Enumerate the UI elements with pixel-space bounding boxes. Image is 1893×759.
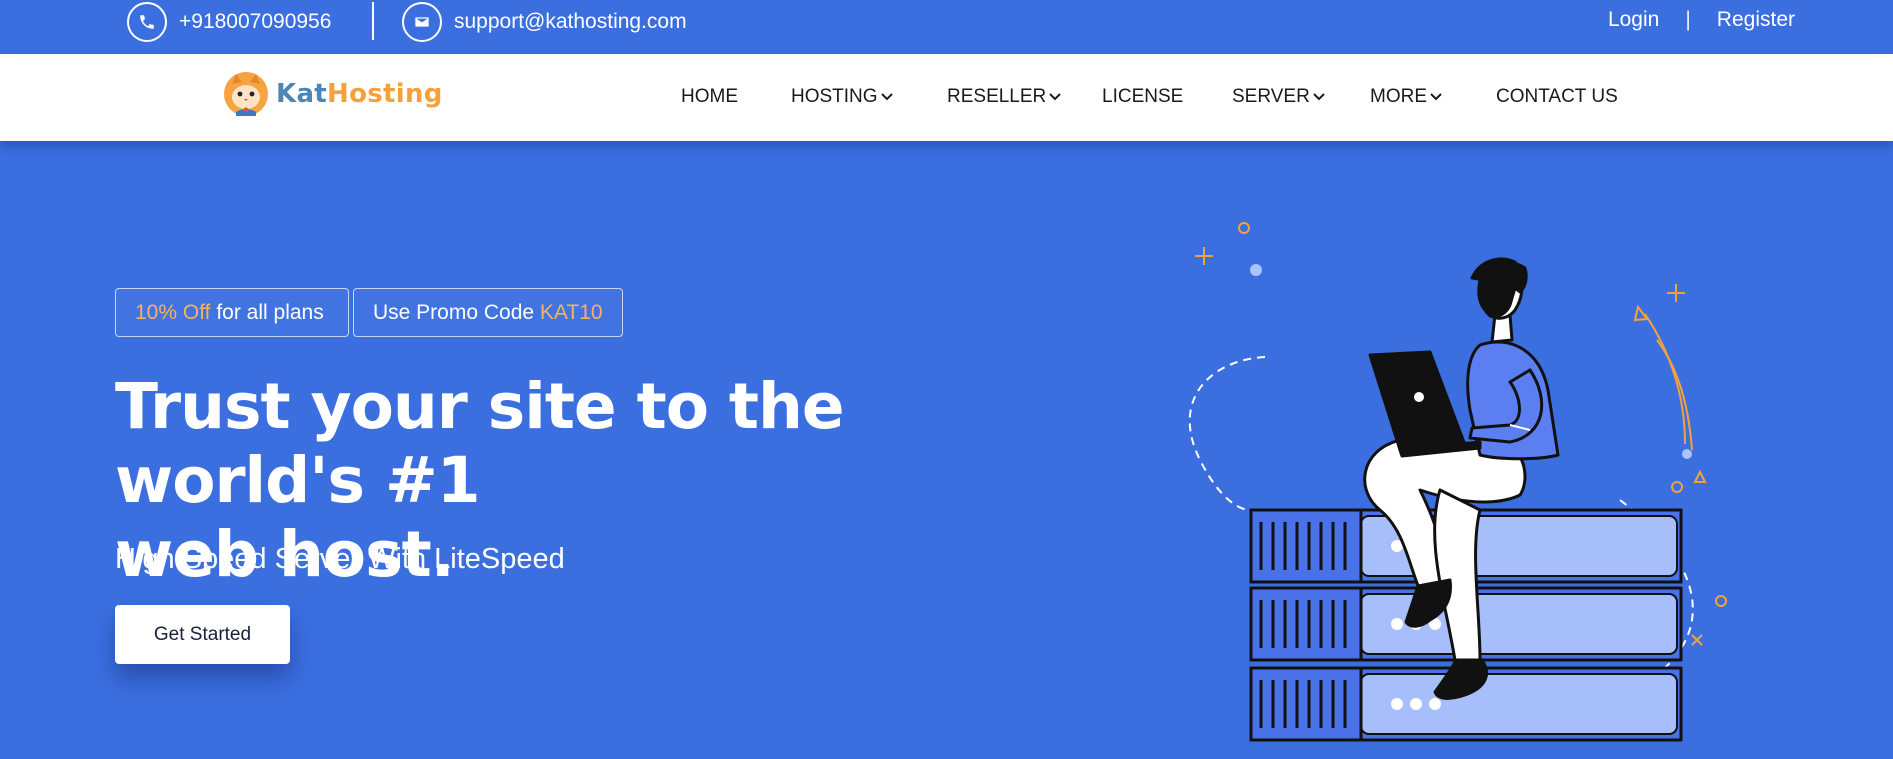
nav-item-more[interactable]: MORE — [1370, 86, 1442, 108]
hero-subheadline: High Speed Server With LiteSpeed — [115, 543, 565, 575]
email-contact[interactable]: support@kathosting.com — [402, 2, 687, 42]
nav-item-home[interactable]: HOME — [681, 86, 738, 108]
phone-icon — [127, 2, 167, 42]
main-navbar: KatHosting HOME HOSTING RESELLER LICENSE… — [0, 54, 1893, 141]
brand-name: KatHosting — [276, 79, 443, 109]
hero-illustration — [1188, 222, 1727, 742]
brand-logo[interactable]: KatHosting — [222, 70, 443, 118]
discount-text: for all plans — [210, 300, 324, 324]
hero-headline-line1: Trust your site to the world's #1 — [115, 370, 845, 517]
auth-separator: | — [1685, 8, 1691, 31]
chevron-down-icon — [880, 93, 893, 101]
promo-code-badge: Use Promo Code KAT10 — [353, 288, 623, 337]
nav-item-server[interactable]: SERVER — [1232, 86, 1325, 108]
register-link[interactable]: Register — [1717, 8, 1795, 32]
mail-icon — [402, 2, 442, 42]
email-address: support@kathosting.com — [454, 10, 687, 33]
top-bar: +918007090956 support@kathosting.com Log… — [0, 0, 1893, 54]
login-link[interactable]: Login — [1608, 8, 1659, 32]
chevron-down-icon — [1313, 93, 1325, 101]
chevron-down-icon — [1049, 93, 1061, 101]
promo-code-value: KAT10 — [539, 300, 603, 324]
contact-divider — [372, 2, 374, 40]
nav-item-reseller[interactable]: RESELLER — [947, 86, 1061, 108]
get-started-button[interactable]: Get Started — [115, 605, 290, 664]
brand-name-part2: Hosting — [327, 79, 443, 109]
phone-number: +918007090956 — [179, 10, 332, 33]
nav-item-hosting[interactable]: HOSTING — [791, 86, 893, 108]
nav-label-license: LICENSE — [1102, 86, 1184, 107]
phone-contact[interactable]: +918007090956 — [127, 2, 331, 42]
nav-item-contact[interactable]: CONTACT US — [1496, 86, 1618, 108]
dashed-swoosh — [1188, 356, 1266, 511]
nav-label-server: SERVER — [1232, 86, 1310, 107]
nav-label-home: HOME — [681, 86, 738, 107]
cat-logo-icon — [224, 72, 268, 116]
nav-label-hosting: HOSTING — [791, 86, 878, 107]
discount-badge: 10% Off for all plans — [115, 288, 349, 337]
nav-label-more: MORE — [1370, 86, 1427, 107]
brand-name-part1: Kat — [276, 79, 328, 109]
nav-label-reseller: RESELLER — [947, 86, 1047, 107]
promo-code-text: Use Promo Code — [373, 300, 540, 324]
nav-label-contact: CONTACT US — [1496, 86, 1618, 107]
chevron-down-icon — [1430, 93, 1442, 101]
auth-links: Login | Register — [1608, 8, 1795, 32]
discount-highlight: 10% Off — [135, 300, 211, 324]
nav-item-license[interactable]: LICENSE — [1102, 86, 1183, 108]
